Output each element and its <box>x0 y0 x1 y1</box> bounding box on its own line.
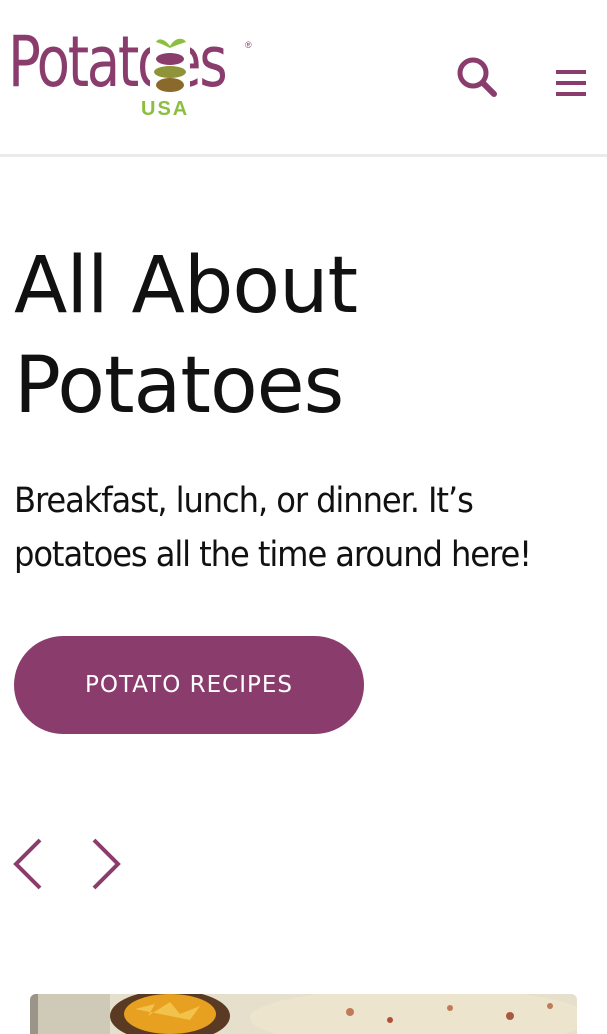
hamburger-menu-icon <box>556 70 586 96</box>
potatoes-usa-logo[interactable]: Potatoes ® USA <box>8 22 258 132</box>
hero-title: All About Potatoes <box>14 241 358 431</box>
chevron-left-icon <box>13 838 42 890</box>
chevron-right-icon <box>92 838 121 890</box>
recipe-photo-image <box>30 994 577 1034</box>
recipe-photo[interactable] <box>30 994 577 1034</box>
carousel-next-button[interactable] <box>84 836 124 892</box>
search-icon <box>457 57 497 97</box>
hero-subtitle: Breakfast, lunch, or dinner. It’s potato… <box>14 481 532 575</box>
potato-recipes-button[interactable]: POTATO RECIPES <box>14 636 364 734</box>
logo-usa: USA <box>141 98 190 120</box>
logo-wordmark: Potatoes <box>8 21 228 103</box>
search-button[interactable] <box>452 52 502 102</box>
potato-logo-icon <box>150 32 190 102</box>
carousel-prev-button[interactable] <box>10 836 50 892</box>
site-header: Potatoes ® USA <box>0 0 607 157</box>
registered-mark: ® <box>245 40 252 50</box>
menu-button[interactable] <box>548 60 594 104</box>
